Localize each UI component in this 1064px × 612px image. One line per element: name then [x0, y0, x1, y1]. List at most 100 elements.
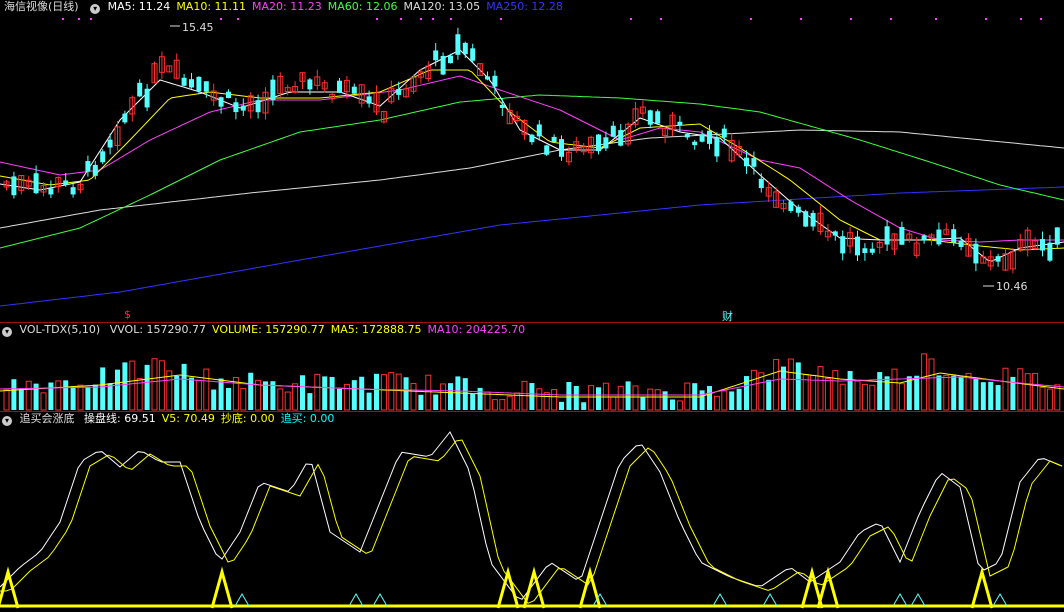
candle-body	[995, 256, 1001, 262]
ma10-line	[0, 69, 1064, 251]
candle-body	[70, 187, 76, 195]
volume-bar	[403, 377, 409, 410]
volume-bar	[448, 383, 453, 410]
candle-body	[936, 229, 942, 245]
volume-bar	[337, 388, 342, 410]
signal-dot	[237, 18, 239, 20]
candle-body	[240, 105, 246, 111]
chase-buy-marker	[992, 593, 1008, 607]
candle-body	[366, 96, 372, 104]
volume-bar	[25, 380, 32, 411]
volume-bar	[240, 388, 247, 411]
volume-bar	[410, 382, 417, 411]
volume-bar	[662, 391, 668, 410]
candle-body	[137, 82, 143, 97]
volume-bar	[433, 394, 439, 410]
candle-body	[499, 104, 505, 108]
volume-bar	[861, 383, 868, 411]
indicator-panel[interactable]: ▾ 追买会涨底 操盘线: 69.51 V5: 70.49 抄底: 0.00 追买: 0…	[0, 412, 1064, 612]
volume-bar	[988, 381, 994, 410]
signal-dot	[450, 18, 452, 20]
candle-body	[255, 100, 261, 113]
candle-body	[884, 226, 890, 245]
candle-body	[85, 161, 91, 172]
candle-body	[855, 236, 860, 256]
volume-bar	[824, 377, 831, 411]
volume-bar	[1039, 386, 1046, 411]
volume-bar	[610, 396, 617, 411]
volume-bar	[144, 364, 150, 410]
volume-bar	[77, 384, 84, 411]
volume-bar	[596, 387, 601, 410]
candle-body	[181, 77, 187, 86]
chase-buy-marker	[762, 593, 778, 607]
volume-bar	[218, 378, 224, 410]
volume-bar	[670, 399, 675, 410]
volume-bar	[11, 379, 17, 410]
volume-bar	[980, 382, 986, 410]
volume-bar	[898, 383, 905, 411]
price-panel[interactable]: 海信视像(日线) ▾ MA5: 11.24 MA10: 11.11 MA20: 11…	[0, 0, 1064, 323]
candle-body	[536, 124, 542, 137]
volume-bar	[921, 353, 928, 411]
candle-body	[196, 76, 202, 92]
candle-body	[559, 139, 564, 157]
candle-body	[48, 188, 54, 195]
volume-bar	[329, 376, 335, 410]
candle-body	[647, 110, 653, 125]
volume-bar	[226, 387, 231, 410]
candle-body	[462, 42, 468, 55]
ma250-line	[0, 186, 1064, 307]
candle-body	[1040, 239, 1045, 251]
volume-bar	[787, 358, 794, 411]
volume-bar	[936, 375, 942, 410]
volume-bar	[1024, 373, 1031, 411]
price-chart[interactable]	[0, 0, 1064, 322]
volume-bar	[640, 397, 646, 410]
volume-panel[interactable]: ▾ VOL-TDX(5,10) VVOL: 157290.77 VOLUME: 1…	[0, 323, 1064, 411]
volume-bar	[284, 391, 291, 411]
signal-dot	[220, 18, 222, 20]
volume-bar	[750, 369, 757, 411]
candle-body	[610, 125, 616, 137]
event-marker[interactable]: $	[124, 308, 131, 321]
volume-bar	[181, 363, 187, 410]
volume-bar	[366, 392, 372, 410]
volume-bar	[491, 399, 498, 411]
volume-bar	[18, 388, 24, 410]
candle-body	[144, 88, 150, 108]
candle-body	[100, 151, 106, 163]
volume-bar	[477, 387, 483, 410]
candle-body	[751, 158, 757, 167]
volume-bar	[351, 380, 357, 410]
volume-bar	[33, 383, 39, 410]
volume-bar	[40, 392, 47, 411]
volume-bar	[854, 380, 861, 411]
candle-body	[92, 164, 98, 176]
volume-bar	[380, 374, 387, 411]
candle-body	[973, 243, 979, 264]
signal-dot	[1020, 18, 1022, 20]
candle-body	[455, 34, 461, 55]
candle-body	[270, 79, 276, 101]
candle-body	[433, 50, 439, 61]
candle-body	[899, 227, 905, 245]
volume-chart[interactable]	[0, 323, 1064, 411]
volume-bar	[973, 378, 979, 410]
indicator-chart[interactable]	[0, 412, 1064, 612]
volume-bar	[211, 389, 217, 410]
volume-bar	[3, 389, 10, 411]
volume-bar	[1002, 367, 1009, 411]
candle-body	[618, 130, 624, 146]
signal-dot	[630, 18, 632, 20]
volume-bar	[914, 375, 920, 410]
volume-bar	[129, 360, 136, 411]
volume-bar	[107, 383, 113, 410]
signal-dot	[1040, 18, 1042, 20]
volume-bar	[506, 395, 513, 411]
volume-bar	[958, 376, 964, 410]
volume-bar	[817, 366, 824, 411]
volume-bar	[707, 386, 712, 410]
volume-bar	[195, 379, 202, 411]
candle-body	[677, 121, 683, 126]
